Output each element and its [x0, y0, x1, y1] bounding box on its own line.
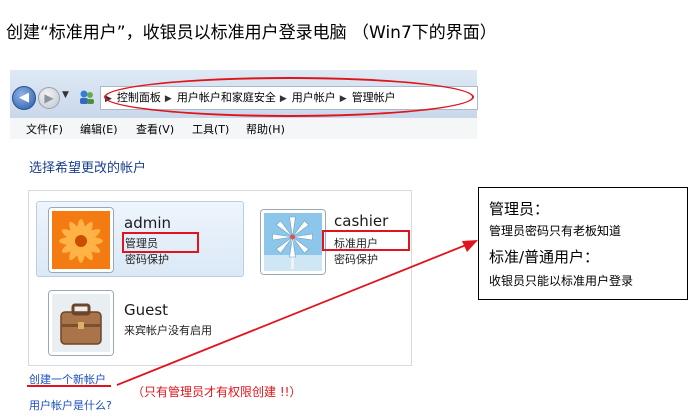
- admin-only-note: （只有管理员才有权限创建 !!）: [132, 385, 302, 399]
- chevron-right-icon[interactable]: ▶: [165, 94, 172, 104]
- back-arrow-icon[interactable]: ◀: [12, 86, 36, 110]
- account-name-admin[interactable]: admin: [124, 214, 171, 232]
- menu-bar: 文件(F) 编辑(E) 查看(V) 工具(T) 帮助(H): [10, 118, 477, 140]
- cashier-avatar-windmill-icon[interactable]: [261, 210, 325, 274]
- breadcrumb-manage-accounts[interactable]: 管理帐户: [352, 91, 396, 104]
- forward-arrow-icon[interactable]: ▶: [38, 87, 60, 109]
- menu-edit[interactable]: 编辑(E): [80, 121, 118, 137]
- breadcrumb[interactable]: ▶ 控制面板 ▶ 用户帐户和家庭安全 ▶ 用户帐户 ▶ 管理帐户: [100, 86, 478, 110]
- choose-account-heading: 选择希望更改的帐户: [29, 161, 147, 176]
- users-folder-icon: [80, 90, 94, 104]
- admin-avatar-flower-icon[interactable]: [49, 208, 113, 272]
- chevron-right-icon[interactable]: ▶: [280, 94, 287, 104]
- callout-admin-desc: 管理员密码只有老板知道: [489, 224, 622, 238]
- red-highlight-box: [122, 232, 199, 253]
- account-status-guest: 来宾帐户没有启用: [124, 324, 212, 337]
- breadcrumb-control-panel[interactable]: 控制面板: [117, 91, 161, 104]
- address-bar: ◀ ▶ ▼ ▶ 控制面板 ▶ 用户帐户和家庭安全 ▶ 用户帐户 ▶ 管理帐户: [10, 70, 478, 119]
- menu-tools[interactable]: 工具(T): [192, 121, 229, 137]
- page-title: 创建“标准用户”，收银员以标准用户登录电脑 （Win7下的界面）: [6, 23, 497, 43]
- menu-view[interactable]: 查看(V): [136, 121, 174, 137]
- account-name-cashier[interactable]: cashier: [334, 212, 388, 230]
- menu-file[interactable]: 文件(F): [26, 121, 63, 137]
- account-name-guest[interactable]: Guest: [124, 301, 168, 319]
- breadcrumb-user-accounts-family[interactable]: 用户帐户和家庭安全: [177, 91, 276, 104]
- what-is-user-account-link[interactable]: 用户帐户是什么?: [29, 397, 112, 413]
- red-highlight-box: [322, 230, 410, 251]
- explanation-callout: 管理员： 管理员密码只有老板知道 标准/普通用户： 收银员只能以标准用户登录: [478, 187, 688, 300]
- breadcrumb-user-accounts[interactable]: 用户帐户: [292, 91, 336, 104]
- guest-avatar-suitcase-icon[interactable]: [49, 291, 113, 355]
- callout-standard-title: 标准/普通用户：: [489, 248, 600, 266]
- account-password-status-admin: 密码保护: [125, 253, 169, 266]
- red-underline: [27, 385, 111, 387]
- chevron-right-icon[interactable]: ▶: [340, 94, 347, 104]
- callout-standard-desc: 收银员只能以标准用户登录: [489, 274, 634, 288]
- callout-admin-title: 管理员：: [489, 200, 550, 218]
- recent-pages-dropdown-icon[interactable]: ▼: [62, 90, 69, 100]
- menu-help[interactable]: 帮助(H): [246, 121, 285, 137]
- chevron-right-icon[interactable]: ▶: [105, 94, 112, 104]
- account-password-status-cashier: 密码保护: [334, 253, 378, 266]
